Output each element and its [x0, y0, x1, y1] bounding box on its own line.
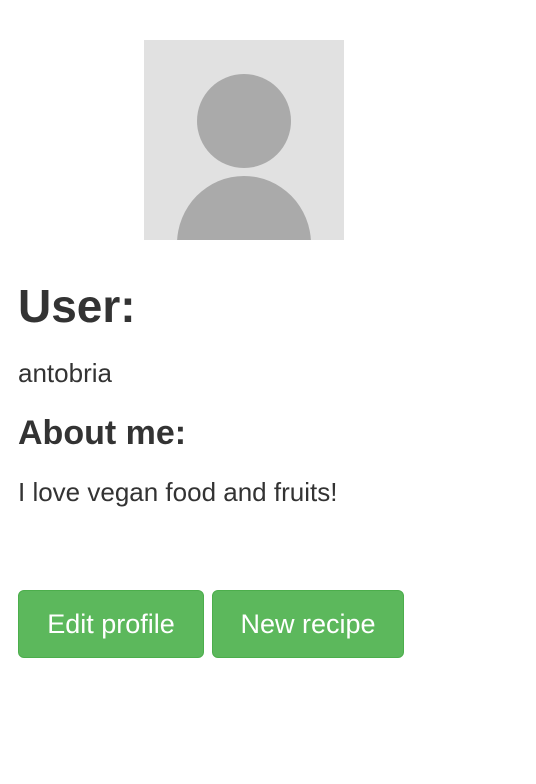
user-heading: User: — [18, 280, 136, 332]
edit-profile-button[interactable]: Edit profile — [18, 590, 204, 658]
avatar — [144, 40, 344, 240]
about-text: I love vegan food and fruits! — [18, 477, 338, 507]
user-silhouette-icon — [177, 74, 311, 240]
new-recipe-button[interactable]: New recipe — [212, 590, 404, 658]
about-heading: About me: — [18, 414, 187, 452]
username: antobria — [18, 358, 112, 388]
